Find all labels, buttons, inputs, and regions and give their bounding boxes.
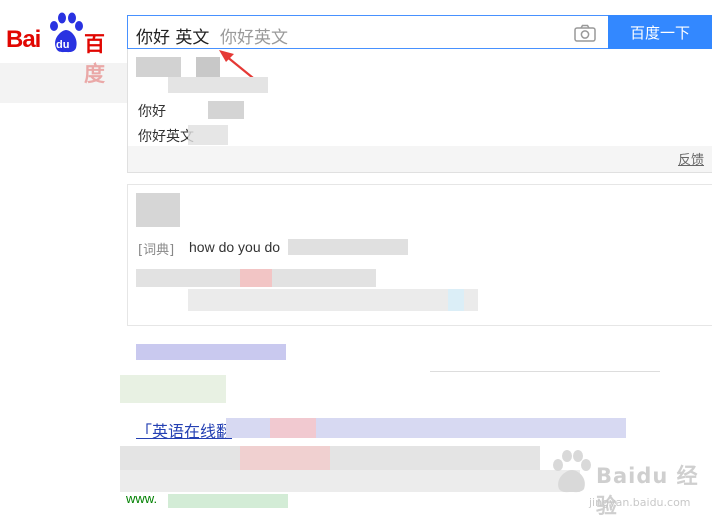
suggestion-item[interactable]: 你好	[138, 101, 166, 121]
blurred-region	[120, 375, 226, 403]
blurred-region	[136, 57, 181, 77]
suggestion-item[interactable]: 你好英文	[138, 126, 194, 146]
blurred-region	[168, 77, 268, 93]
blurred-region	[188, 289, 478, 311]
blurred-region	[136, 193, 180, 227]
blurred-region	[240, 269, 272, 287]
blurred-region	[168, 494, 288, 508]
camera-icon[interactable]	[574, 24, 596, 42]
blurred-region	[448, 289, 464, 311]
search-input[interactable]: 你好 英文 你好英文	[127, 15, 608, 49]
watermark-brand: Baidu 经验	[596, 464, 699, 518]
blurred-region	[188, 125, 228, 145]
blurred-region	[208, 101, 244, 119]
suggestion-dropdown: 你好 你好英文 反馈	[127, 49, 712, 173]
blurred-region	[120, 470, 580, 492]
blurred-region	[196, 57, 220, 77]
blurred-region	[240, 446, 330, 472]
blurred-region	[270, 418, 316, 438]
dropdown-footer	[128, 146, 712, 172]
blurred-region	[288, 239, 408, 255]
result-title-link[interactable]: 「英语在线翻	[136, 418, 232, 442]
dict-translation: how do you do	[189, 239, 281, 255]
search-query-text: 你好 英文	[136, 28, 210, 48]
search-button[interactable]: 百度一下	[608, 15, 712, 49]
logo-bai-text: Bai	[6, 26, 41, 53]
baidu-jingyan-watermark-icon	[553, 450, 591, 493]
baidu-logo[interactable]: Bai du 百度	[6, 12, 118, 86]
blurred-region	[0, 63, 128, 103]
feedback-link[interactable]: 反馈	[678, 149, 704, 168]
dict-label: [词典]	[138, 243, 175, 258]
watermark-url: jingyan.baidu.com	[589, 496, 691, 509]
result-url: www.	[126, 491, 158, 506]
blurred-region	[120, 446, 540, 472]
divider-line	[430, 371, 660, 372]
blurred-region	[136, 344, 286, 360]
logo-du-text: du	[56, 39, 70, 51]
result-card: [词典] how do you do	[127, 184, 712, 326]
